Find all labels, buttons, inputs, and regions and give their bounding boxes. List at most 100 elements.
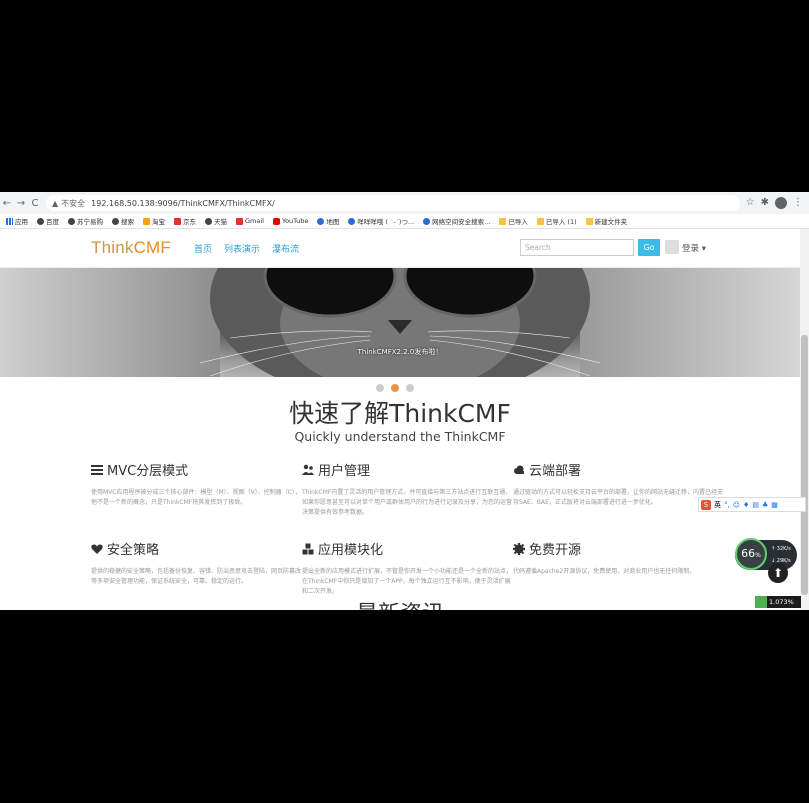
cat-image bbox=[199, 268, 601, 377]
bookmark-label: 苏宁易购 bbox=[77, 218, 103, 226]
profile-icon[interactable] bbox=[775, 197, 787, 209]
bookmark-item[interactable]: 已导入 bbox=[499, 216, 528, 226]
users-icon bbox=[302, 464, 314, 475]
page-scrollbar[interactable] bbox=[800, 229, 809, 610]
bookmark-item[interactable]: Gmail bbox=[236, 217, 264, 225]
bookmark-label: 天猫 bbox=[214, 218, 227, 226]
sogou-logo-icon: S bbox=[701, 499, 711, 510]
maps-icon bbox=[317, 217, 325, 225]
star-icon[interactable]: ☆ bbox=[746, 197, 755, 209]
carousel-dot[interactable] bbox=[376, 384, 384, 392]
feature-desc: 提供的稳健的安全策略，包括备份恢复、容错、防治恶意攻击登陆，网页防篡改等多项安全… bbox=[91, 568, 302, 585]
network-speed-widget[interactable]: 66% ↑ 32K/s ↓ 29K/s bbox=[735, 538, 797, 570]
bookmark-label: 地图 bbox=[326, 218, 340, 226]
gmail-icon bbox=[236, 217, 243, 225]
feature-desc: 通过驱动的方式可以轻松支持云平台的部署，让你的网站无缝迁移，内置已经支持SAE、… bbox=[513, 489, 724, 506]
punctuation-icon[interactable]: °, bbox=[724, 501, 730, 509]
bookmark-item[interactable]: 淘宝 bbox=[143, 216, 165, 226]
nav-item-home[interactable]: 首页 bbox=[194, 242, 212, 255]
ime-toolbar[interactable]: S 英 °, ☺ ♦ ▤ ♣ ▦ bbox=[698, 497, 806, 512]
hero-carousel[interactable]: ThinkCMFX2.2.0发布啦！ bbox=[0, 268, 800, 377]
bookmark-label: 已导入 bbox=[508, 218, 528, 226]
back-button[interactable]: ← bbox=[0, 198, 14, 209]
bookmarks-bar: 应用 百度 苏宁易购 搜索 淘宝 京东 天猫 Gmail YouTube 地图 咩咩咩哦 ( ˙-˙… bbox=[0, 214, 809, 229]
certificate-icon bbox=[513, 542, 525, 555]
news-section-title: 最新资讯 bbox=[0, 596, 800, 610]
warning-icon: ▲ bbox=[52, 198, 59, 208]
carousel-indicators bbox=[376, 384, 414, 392]
feature-desc: 代码遵循Apache2开源协议，免费使用，对商业用户也无任何限制。 bbox=[513, 568, 696, 575]
bookmark-label: 淘宝 bbox=[152, 218, 165, 226]
bookmark-item[interactable]: 应用 bbox=[6, 216, 28, 226]
avatar[interactable] bbox=[665, 240, 679, 254]
bookmark-item[interactable]: 已导入 (1) bbox=[536, 216, 577, 226]
carousel-dot[interactable] bbox=[406, 384, 414, 392]
search-input[interactable]: Search bbox=[520, 239, 634, 256]
ime-lang-toggle[interactable]: 英 bbox=[714, 500, 721, 510]
emoji-icon[interactable]: ☺ bbox=[733, 501, 740, 509]
bookmark-item[interactable]: 搜索 bbox=[112, 216, 134, 226]
feature-cloud: 云端部署 通过驱动的方式可以轻松支持云平台的部署，让你的网站无缝迁移，内置已经支… bbox=[513, 460, 723, 508]
menu-icon[interactable]: ⋮ bbox=[793, 197, 803, 209]
bookmark-label: 新建文件夹 bbox=[594, 218, 628, 226]
login-dropdown[interactable]: 登录 ▾ bbox=[682, 242, 706, 254]
bookmark-label: 搜索 bbox=[121, 218, 134, 226]
mic-icon[interactable]: ♦ bbox=[743, 501, 749, 509]
folder-icon bbox=[585, 217, 593, 225]
feature-opensource: 免费开源 代码遵循Apache2开源协议，免费使用，对商业用户也无任何限制。 bbox=[513, 539, 723, 577]
section-title: 快速了解ThinkCMF bbox=[289, 399, 511, 428]
folder-icon bbox=[499, 217, 507, 225]
address-bar[interactable]: ▲ 不安全 192.168.50.138:9096/ThinkCMFX/Thin… bbox=[46, 195, 740, 211]
bookmark-label: YouTube bbox=[281, 217, 309, 225]
bookmark-item[interactable]: 百度 bbox=[37, 216, 59, 226]
back-to-top-button[interactable]: ⬆ bbox=[768, 563, 788, 583]
bookmark-item[interactable]: 新建文件夹 bbox=[585, 216, 628, 226]
scrollbar-thumb[interactable] bbox=[801, 335, 808, 595]
feature-modules: 应用模块化 提出全新的应用模式进行扩展，不管是你开发一个小功能还是一个全新的站点… bbox=[302, 539, 512, 597]
bookmark-label: 网络空间安全搜索... bbox=[432, 218, 491, 226]
section-subtitle: Quickly understand the ThinkCMF bbox=[294, 429, 506, 444]
site-icon bbox=[348, 217, 356, 225]
bookmark-item[interactable]: 地图 bbox=[317, 216, 339, 226]
site-header: ThinkCMF 首页 列表演示 瀑布流 Search Go 登录 ▾ bbox=[0, 229, 809, 268]
reload-button[interactable]: C bbox=[28, 198, 42, 209]
cloud-icon bbox=[514, 465, 524, 474]
feature-title: 用户管理 bbox=[318, 464, 371, 479]
feature-title: MVC分层模式 bbox=[107, 464, 189, 479]
skin-icon[interactable]: ♣ bbox=[762, 501, 768, 509]
bookmark-label: Gmail bbox=[245, 217, 264, 225]
heart-icon bbox=[91, 544, 103, 554]
list-icon bbox=[91, 464, 103, 475]
usage-ring: 66% bbox=[735, 538, 767, 570]
feature-desc: 使用MVC应用程序被分成三个核心部件：模型（M）、视图（V）、控制器（C），他不… bbox=[91, 489, 301, 506]
feature-security: 安全策略 提供的稳健的安全策略，包括备份恢复、容错、防治恶意攻击登陆，网页防篡改… bbox=[91, 539, 301, 587]
carousel-dot-active[interactable] bbox=[391, 384, 399, 392]
bookmark-item[interactable]: 网络空间安全搜索... bbox=[423, 216, 490, 226]
globe-icon bbox=[37, 217, 44, 225]
feature-mvc: MVC分层模式 使用MVC应用程序被分成三个核心部件：模型（M）、视图（V）、控… bbox=[91, 460, 301, 508]
bookmark-item[interactable]: 天猫 bbox=[205, 216, 227, 226]
main-nav: 首页 列表演示 瀑布流 bbox=[194, 242, 299, 255]
folder-icon bbox=[536, 217, 544, 225]
extension-icon[interactable]: ✱ bbox=[761, 197, 769, 209]
nav-item-list[interactable]: 列表演示 bbox=[224, 242, 260, 255]
carousel-caption: ThinkCMFX2.2.0发布啦！ bbox=[357, 348, 443, 356]
feature-title: 免费开源 bbox=[529, 543, 582, 558]
bookmark-item[interactable]: 苏宁易购 bbox=[68, 216, 103, 226]
feature-title: 安全策略 bbox=[107, 543, 160, 558]
site-logo[interactable]: ThinkCMF bbox=[91, 238, 171, 258]
bookmark-item[interactable]: 京东 bbox=[174, 216, 196, 226]
jd-icon bbox=[174, 217, 181, 225]
go-button[interactable]: Go bbox=[638, 239, 660, 256]
toolbox-icon[interactable]: ▦ bbox=[771, 501, 778, 509]
bookmark-item[interactable]: 咩咩咩哦 ( ˙-˙)つ... bbox=[348, 216, 414, 226]
bookmark-item[interactable]: YouTube bbox=[272, 217, 309, 225]
browser-toolbar: ← → C ▲ 不安全 192.168.50.138:9096/ThinkCMF… bbox=[0, 192, 809, 214]
youtube-icon bbox=[272, 217, 280, 225]
site-icon bbox=[423, 217, 431, 225]
bookmark-label: 已导入 (1) bbox=[545, 218, 577, 226]
nav-item-waterfall[interactable]: 瀑布流 bbox=[272, 242, 299, 255]
globe-icon bbox=[205, 217, 212, 225]
forward-button[interactable]: → bbox=[14, 198, 28, 209]
keyboard-icon[interactable]: ▤ bbox=[752, 501, 759, 509]
